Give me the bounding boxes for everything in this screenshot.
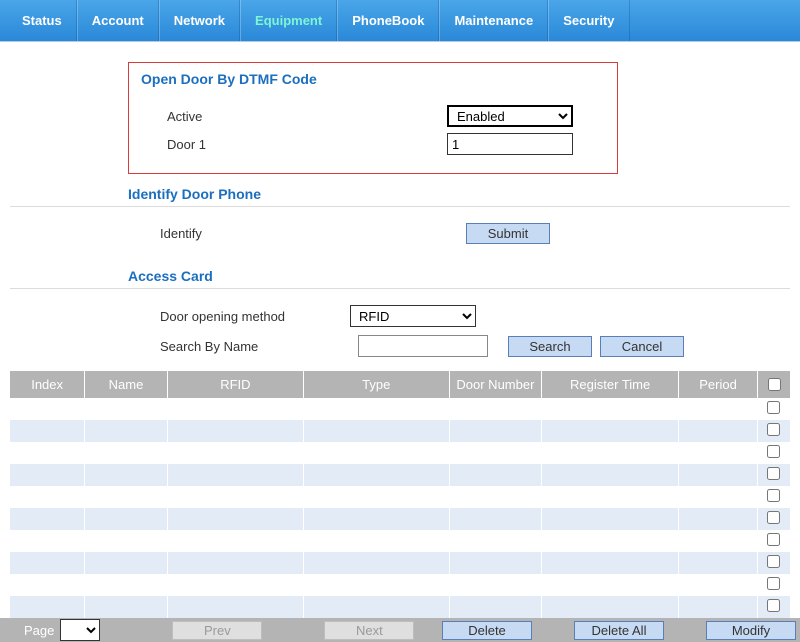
dtmf-section: Open Door By DTMF Code Active Enabled Do… [128, 62, 618, 174]
nav-tab-network[interactable]: Network [159, 0, 240, 41]
cancel-button[interactable]: Cancel [600, 336, 684, 357]
row-checkbox[interactable] [767, 467, 780, 480]
page-body: Open Door By DTMF Code Active Enabled Do… [0, 42, 800, 618]
dtmf-active-label: Active [167, 109, 447, 124]
th-regtime: Register Time [542, 371, 679, 398]
page-select[interactable] [60, 619, 100, 641]
delete-all-button[interactable]: Delete All [574, 621, 664, 640]
page-label: Page [24, 623, 54, 638]
row-checkbox[interactable] [767, 511, 780, 524]
identify-submit-button[interactable]: Submit [466, 223, 550, 244]
row-checkbox[interactable] [767, 445, 780, 458]
dtmf-door1-input[interactable] [447, 133, 573, 155]
nav-tab-equipment[interactable]: Equipment [240, 0, 337, 41]
table-row [10, 464, 790, 486]
divider-2 [10, 288, 790, 289]
modify-button[interactable]: Modify [706, 621, 796, 640]
table-row [10, 552, 790, 574]
th-period: Period [679, 371, 758, 398]
nav-tab-account[interactable]: Account [77, 0, 159, 41]
next-button[interactable]: Next [324, 621, 414, 640]
access-card-title: Access Card [128, 268, 790, 284]
identify-label: Identify [160, 226, 350, 241]
table-row [10, 508, 790, 530]
table-row [10, 486, 790, 508]
table-row [10, 398, 790, 420]
th-type: Type [303, 371, 449, 398]
table-row [10, 574, 790, 596]
nav-tab-phonebook[interactable]: PhoneBook [337, 0, 439, 41]
card-table: Index Name RFID Type Door Number Registe… [10, 371, 790, 618]
method-label: Door opening method [160, 309, 350, 324]
row-checkbox[interactable] [767, 489, 780, 502]
nav-tab-security[interactable]: Security [548, 0, 629, 41]
dtmf-active-select[interactable]: Enabled [447, 105, 573, 127]
dtmf-title: Open Door By DTMF Code [141, 71, 617, 87]
table-row [10, 596, 790, 618]
row-checkbox[interactable] [767, 533, 780, 546]
divider [10, 206, 790, 207]
method-select[interactable]: RFID [350, 305, 476, 327]
table-row [10, 530, 790, 552]
dtmf-door1-label: Door 1 [167, 137, 447, 152]
nav-tab-status[interactable]: Status [8, 0, 77, 41]
search-button[interactable]: Search [508, 336, 592, 357]
identify-title: Identify Door Phone [128, 186, 790, 202]
search-label: Search By Name [160, 339, 350, 354]
nav-tab-maintenance[interactable]: Maintenance [439, 0, 548, 41]
delete-button[interactable]: Delete [442, 621, 532, 640]
table-footer: Page Prev Next Delete Delete All Modify [0, 618, 800, 642]
th-name: Name [85, 371, 168, 398]
th-index: Index [10, 371, 85, 398]
prev-button[interactable]: Prev [172, 621, 262, 640]
row-checkbox[interactable] [767, 599, 780, 612]
select-all-checkbox[interactable] [768, 378, 781, 391]
table-row [10, 442, 790, 464]
row-checkbox[interactable] [767, 401, 780, 414]
table-row [10, 420, 790, 442]
row-checkbox[interactable] [767, 423, 780, 436]
search-input[interactable] [358, 335, 488, 357]
row-checkbox[interactable] [767, 577, 780, 590]
main-nav: Status Account Network Equipment PhoneBo… [0, 0, 800, 42]
th-rfid: RFID [167, 371, 303, 398]
th-select-all [757, 371, 790, 398]
th-doornum: Door Number [449, 371, 542, 398]
row-checkbox[interactable] [767, 555, 780, 568]
